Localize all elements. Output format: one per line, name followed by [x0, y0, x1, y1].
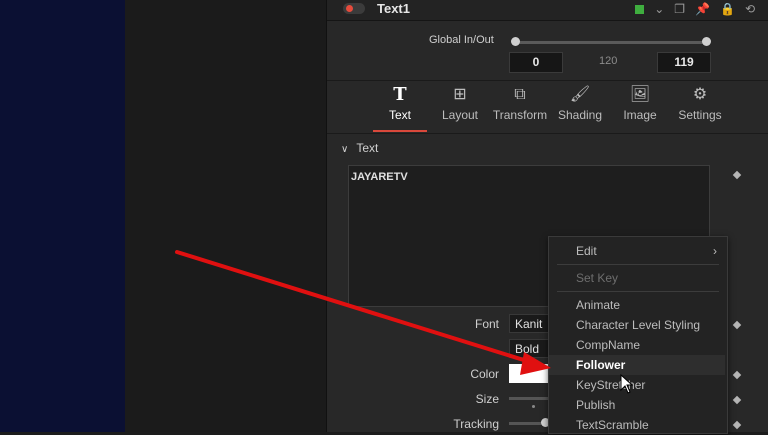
- arrow-shaft: [175, 250, 532, 364]
- annotation-arrow: [175, 250, 551, 375]
- arrow-head: [520, 352, 551, 375]
- mouse-cursor-icon: [620, 374, 634, 394]
